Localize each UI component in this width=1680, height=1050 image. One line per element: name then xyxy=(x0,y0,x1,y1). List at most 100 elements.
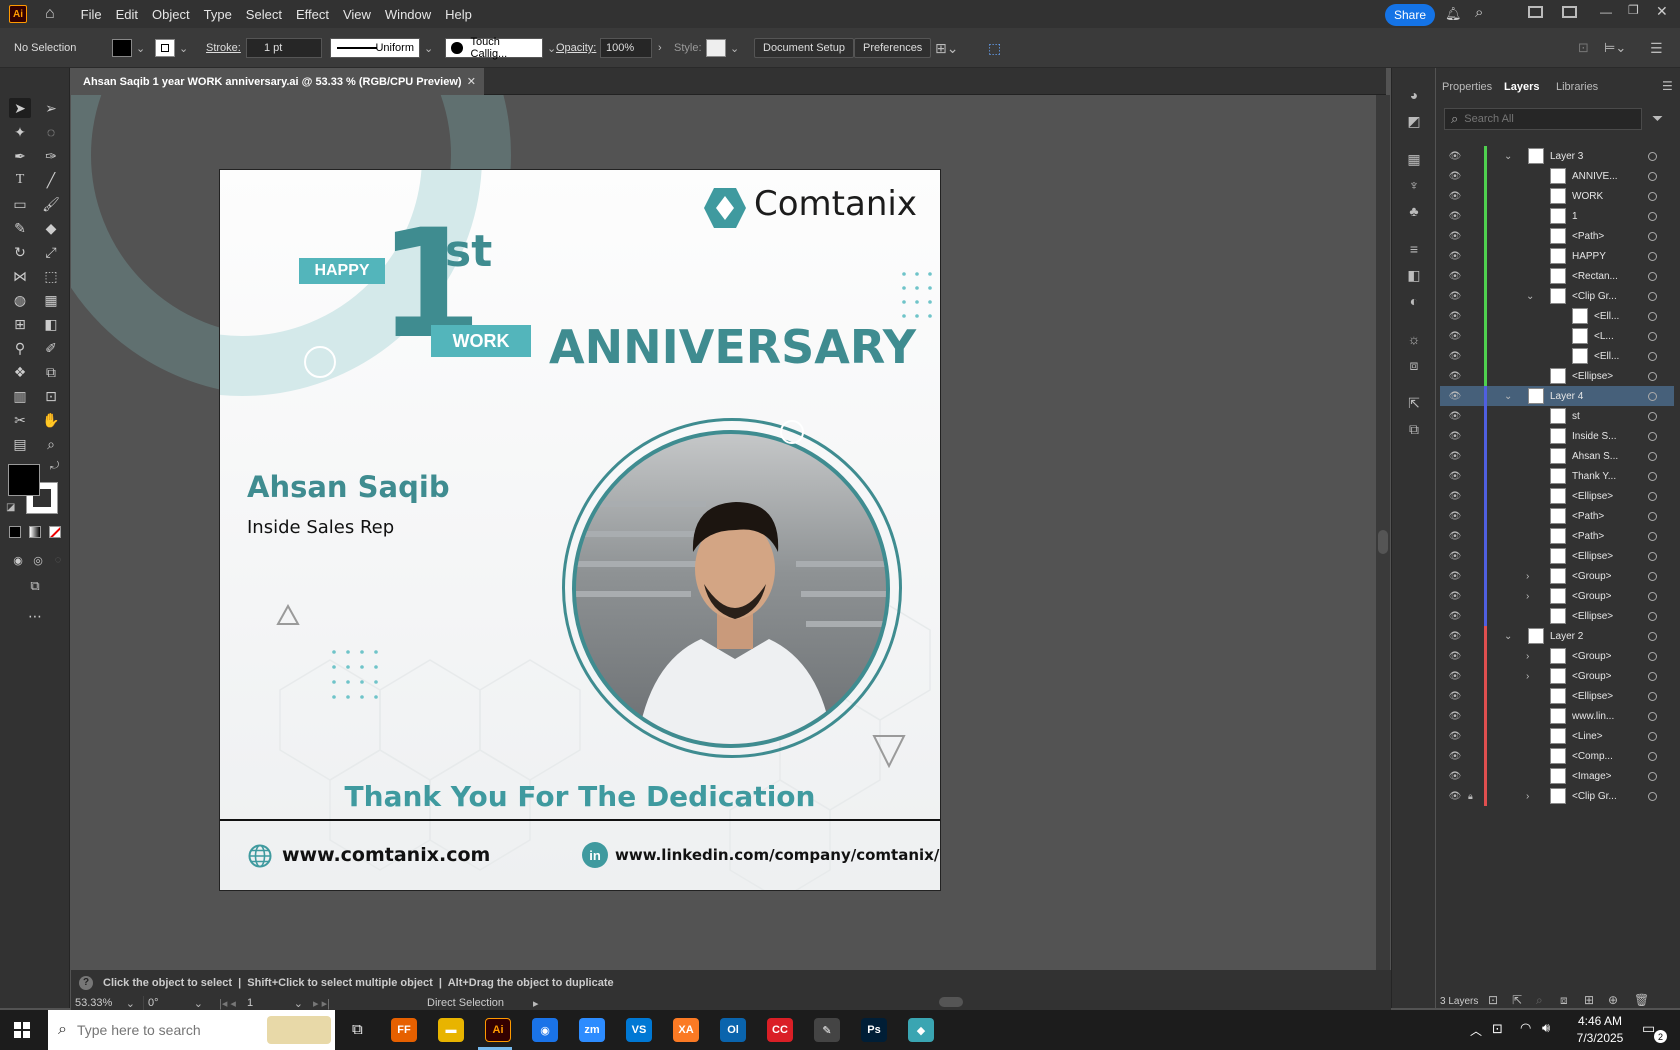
delete-layer-icon[interactable]: 🗑︎ xyxy=(1634,993,1649,1007)
bell-icon[interactable]: 🔔︎ xyxy=(1445,6,1462,22)
visibility-eye-icon[interactable]: 👁︎ xyxy=(1448,249,1462,263)
visibility-eye-icon[interactable]: 👁︎ xyxy=(1448,189,1462,203)
sublayer-row[interactable]: 👁︎ ANNIVE... xyxy=(1440,166,1674,186)
brush-definition-select[interactable]: Touch Callig... xyxy=(445,36,543,60)
eraser-tool-icon[interactable]: ◆ xyxy=(40,218,62,238)
sublayer-row[interactable]: 👁︎ <Ellipse> xyxy=(1440,486,1674,506)
gradient-panel-icon[interactable]: ◧ xyxy=(1403,264,1425,286)
sublayer-row[interactable]: 👁︎ Ahsan S... xyxy=(1440,446,1674,466)
taskbar-app-icon[interactable]: ✎ xyxy=(814,1018,840,1042)
symbols-icon[interactable]: ♣ xyxy=(1403,200,1425,222)
curvature-tool-icon[interactable]: ✑ xyxy=(40,146,62,166)
zoom-field[interactable]: 53.33% ⌄ xyxy=(75,996,135,1010)
vertical-scrollbar[interactable] xyxy=(1376,95,1390,970)
target-circle-icon[interactable] xyxy=(1648,571,1657,581)
export-layer-icon[interactable]: ⇱ xyxy=(1512,993,1522,1007)
type-tool-icon[interactable]: T xyxy=(9,170,31,190)
visibility-eye-icon[interactable]: 👁︎ xyxy=(1448,569,1462,583)
taskbar-app-icon[interactable]: ◉ xyxy=(532,1018,558,1042)
layers-search-input[interactable] xyxy=(1464,113,1625,125)
taskbar-app-icon[interactable]: Ai xyxy=(485,1018,511,1042)
none-mode-icon[interactable] xyxy=(49,526,61,538)
visibility-eye-icon[interactable]: 👁︎ xyxy=(1448,149,1462,163)
screen-mode-icon[interactable]: ⧉ xyxy=(24,576,46,596)
target-circle-icon[interactable] xyxy=(1648,291,1657,301)
opacity-label[interactable]: Opacity: xyxy=(556,38,596,58)
sublayer-row[interactable]: 👁︎ <Path> xyxy=(1440,506,1674,526)
default-colors-icon[interactable]: ◪ xyxy=(6,502,15,513)
sublayer-row[interactable]: 👁︎ <Path> xyxy=(1440,526,1674,546)
gradient-tool-icon[interactable]: ◧ xyxy=(40,314,62,334)
menu-type[interactable]: Type xyxy=(204,7,232,22)
recolor-icon[interactable]: ⬚ xyxy=(988,38,1001,58)
taskbar-search-box[interactable]: ⌕ xyxy=(48,1010,335,1050)
visibility-eye-icon[interactable]: 👁︎ xyxy=(1448,549,1462,563)
visibility-eye-icon[interactable]: 👁︎ xyxy=(1448,369,1462,383)
target-circle-icon[interactable] xyxy=(1648,791,1657,801)
tab-layers[interactable]: Layers xyxy=(1504,81,1539,93)
visibility-eye-icon[interactable]: 👁︎ xyxy=(1448,169,1462,183)
panel-menu-icon[interactable]: ☰ xyxy=(1662,79,1673,93)
document-setup-button[interactable]: Document Setup xyxy=(754,38,854,58)
target-circle-icon[interactable] xyxy=(1648,591,1657,601)
target-circle-icon[interactable] xyxy=(1648,171,1657,181)
chevron-down-icon[interactable]: ⌄ xyxy=(1504,631,1512,642)
fill-color-front[interactable] xyxy=(8,464,40,496)
target-circle-icon[interactable] xyxy=(1648,451,1657,461)
sublayer-row[interactable]: 👁︎ › <Group> xyxy=(1440,646,1674,666)
document-tab[interactable]: Ahsan Saqib 1 year WORK anniversary.ai @… xyxy=(71,68,484,95)
menu-file[interactable]: File xyxy=(81,7,102,22)
create-sublayer-icon[interactable]: ⊞ xyxy=(1584,993,1594,1007)
visibility-eye-icon[interactable]: 👁︎ xyxy=(1448,349,1462,363)
eyedropper-tool-icon[interactable]: ⚲ xyxy=(9,338,31,358)
draw-inside-icon[interactable]: ◌ xyxy=(47,550,69,570)
sublayer-row[interactable]: 👁︎ › <Group> xyxy=(1440,566,1674,586)
search-icon[interactable]: ⌕ xyxy=(1475,4,1483,21)
stroke-profile-select[interactable]: Uniform xyxy=(330,38,420,58)
sublayer-row[interactable]: 👁︎ ⌄ <Clip Gr... xyxy=(1440,286,1674,306)
visibility-eye-icon[interactable]: 👁︎ xyxy=(1448,209,1462,223)
visibility-eye-icon[interactable]: 👁︎ xyxy=(1448,269,1462,283)
sublayer-row[interactable]: 👁︎ <Ell... xyxy=(1440,306,1674,326)
target-circle-icon[interactable] xyxy=(1648,631,1657,641)
filter-icon[interactable]: ⏷ xyxy=(1652,110,1663,127)
shape-builder-tool-icon[interactable]: ◍ xyxy=(9,290,31,310)
draw-normal-icon[interactable]: ◉ xyxy=(7,550,29,570)
line-tool-icon[interactable]: ╱ xyxy=(40,170,62,190)
scale-tool-icon[interactable]: ⤢ xyxy=(40,242,62,262)
artboards-icon[interactable]: ⧉ xyxy=(1403,418,1425,440)
panel-options-icon[interactable]: ⊨⌄ xyxy=(1604,38,1626,58)
direct-selection-tool-icon[interactable]: ➢ xyxy=(40,98,62,118)
minimize-icon[interactable]: — xyxy=(1600,5,1612,19)
visibility-eye-icon[interactable]: 👁︎ xyxy=(1448,409,1462,423)
visibility-eye-icon[interactable]: 👁︎ xyxy=(1448,489,1462,503)
sublayer-row[interactable]: 👁︎ <Ellipse> xyxy=(1440,366,1674,386)
visibility-eye-icon[interactable]: 👁︎ xyxy=(1448,229,1462,243)
visibility-eye-icon[interactable]: 👁︎ xyxy=(1448,429,1462,443)
tray-chevron-icon[interactable]: ︿ xyxy=(1470,1022,1482,1039)
share-button[interactable]: Share xyxy=(1385,4,1435,26)
chevron-right-icon[interactable]: › xyxy=(1526,591,1529,602)
target-circle-icon[interactable] xyxy=(1648,191,1657,201)
taskbar-app-icon[interactable]: XA xyxy=(673,1018,699,1042)
shaper-tool-icon[interactable]: ✎ xyxy=(9,218,31,238)
draw-behind-icon[interactable]: ◎ xyxy=(27,550,49,570)
locate-object-icon[interactable]: ⌕ xyxy=(1536,993,1543,1008)
sublayer-row[interactable]: 👁︎ <L... xyxy=(1440,326,1674,346)
visibility-eye-icon[interactable]: 👁︎ xyxy=(1448,749,1462,763)
visibility-eye-icon[interactable]: 👁︎ xyxy=(1448,769,1462,783)
paintbrush-tool-icon[interactable]: 🖌︎ xyxy=(40,194,62,214)
target-circle-icon[interactable] xyxy=(1648,711,1657,721)
menu-edit[interactable]: Edit xyxy=(116,7,138,22)
target-circle-icon[interactable] xyxy=(1648,311,1657,321)
sublayer-row[interactable]: 👁︎ <Ellipse> xyxy=(1440,686,1674,706)
layer-row[interactable]: 👁︎ ⌄ Layer 3 xyxy=(1440,146,1674,166)
transform-icon[interactable]: ⊡ xyxy=(1578,38,1589,58)
print-tiling-tool-icon[interactable]: ▤ xyxy=(9,434,31,454)
taskbar-search-input[interactable] xyxy=(76,1022,227,1038)
chevron-right-icon[interactable]: › xyxy=(1526,571,1529,582)
edit-toolbar-icon[interactable]: ⋯ xyxy=(24,606,46,626)
visibility-eye-icon[interactable]: 👁︎ xyxy=(1448,669,1462,683)
layer-row[interactable]: 👁︎ ⌄ Layer 4 xyxy=(1440,386,1674,406)
sublayer-row[interactable]: 👁︎ st xyxy=(1440,406,1674,426)
